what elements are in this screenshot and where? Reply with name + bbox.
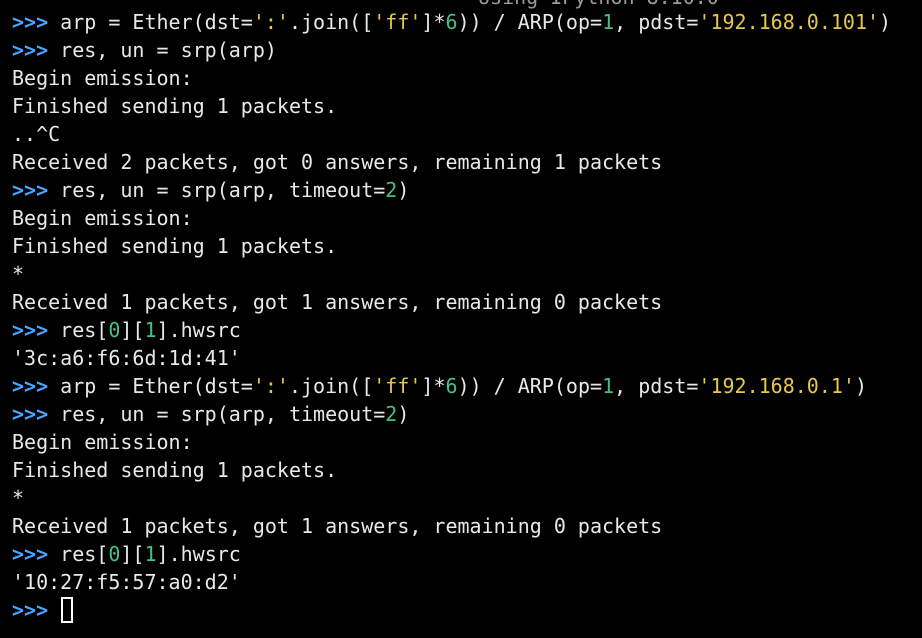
prompt-marker: >>> <box>12 374 61 398</box>
prompt-marker: >>> <box>12 402 61 426</box>
string-literal: 'ff' <box>373 374 422 398</box>
prompt-marker: >>> <box>12 38 61 62</box>
string-literal: ':' <box>252 374 289 398</box>
prompt-marker: >>> <box>12 598 61 622</box>
prompt-marker: >>> <box>12 10 61 34</box>
number-literal: 1 <box>144 318 157 342</box>
command-line: >>> res[0][1].hwsrc <box>12 540 922 568</box>
code-text: ) <box>879 10 892 34</box>
number-literal: 1 <box>602 374 615 398</box>
output-line: '3c:a6:f6:6d:1d:41' <box>12 344 922 372</box>
code-text: res, un = srp(arp, timeout= <box>60 178 386 202</box>
terminal-window[interactable]: Using IPython 8.10.0 >>> arp = Ether(dst… <box>0 0 922 638</box>
command-line: >>> arp = Ether(dst=':'.join(['ff']*6)) … <box>12 372 922 400</box>
code-text: , pdst= <box>614 10 699 34</box>
output-line: Received 2 packets, got 0 answers, remai… <box>12 148 922 176</box>
code-text: ) <box>397 402 410 426</box>
command-line: >>> res, un = srp(arp, timeout=2) <box>12 176 922 204</box>
code-text: ) <box>397 178 410 202</box>
number-literal: 0 <box>108 318 121 342</box>
output-line: * <box>12 484 922 512</box>
terminal-output: >>> arp = Ether(dst=':'.join(['ff']*6)) … <box>12 8 922 624</box>
number-literal: 6 <box>445 374 458 398</box>
output-text: Received 1 packets, got 1 answers, remai… <box>12 514 663 538</box>
code-text: arp = Ether(dst= <box>60 374 253 398</box>
command-line: >>> res, un = srp(arp, timeout=2) <box>12 400 922 428</box>
output-text: Begin emission: <box>12 206 193 230</box>
output-text: Finished sending 1 packets. <box>12 94 338 118</box>
string-literal: 'ff' <box>373 10 422 34</box>
code-text: ][ <box>120 542 145 566</box>
code-text: .join([ <box>288 10 374 34</box>
output-text: '10:27:f5:57:a0:d2' <box>12 570 241 594</box>
prompt-marker: >>> <box>12 178 61 202</box>
output-text: Begin emission: <box>12 430 193 454</box>
command-line: >>> res, un = srp(arp) <box>12 36 922 64</box>
code-text: arp = Ether(dst= <box>60 10 253 34</box>
output-line: Finished sending 1 packets. <box>12 456 922 484</box>
code-text: ].hwsrc <box>156 542 241 566</box>
number-literal: 2 <box>385 178 398 202</box>
number-literal: 2 <box>385 402 398 426</box>
code-text: res, un = srp(arp, timeout= <box>60 402 386 426</box>
output-text: Begin emission: <box>12 66 193 90</box>
output-text: Finished sending 1 packets. <box>12 234 338 258</box>
output-line: Begin emission: <box>12 204 922 232</box>
number-literal: 6 <box>445 10 458 34</box>
prompt-marker: >>> <box>12 542 61 566</box>
output-text: * <box>12 486 25 510</box>
string-literal: '192.168.0.101' <box>698 10 880 34</box>
output-text: ..^C <box>12 122 61 146</box>
command-line: >>> arp = Ether(dst=':'.join(['ff']*6)) … <box>12 8 922 36</box>
string-literal: '192.168.0.1' <box>698 374 855 398</box>
output-line: Finished sending 1 packets. <box>12 232 922 260</box>
output-line: Received 1 packets, got 1 answers, remai… <box>12 512 922 540</box>
output-text: Received 2 packets, got 0 answers, remai… <box>12 150 663 174</box>
active-prompt-line[interactable]: >>> <box>12 596 922 624</box>
code-text: res[ <box>60 318 109 342</box>
code-text: res[ <box>60 542 109 566</box>
output-line: ..^C <box>12 120 922 148</box>
output-line: Begin emission: <box>12 64 922 92</box>
output-text: Received 1 packets, got 1 answers, remai… <box>12 290 663 314</box>
code-text: res, un = srp(arp) <box>60 38 277 62</box>
string-literal: ':' <box>252 10 289 34</box>
code-text: ][ <box>120 318 145 342</box>
code-text: ].hwsrc <box>156 318 241 342</box>
command-line: >>> res[0][1].hwsrc <box>12 316 922 344</box>
code-text: ) <box>854 374 867 398</box>
prompt-marker: >>> <box>12 318 61 342</box>
output-line: Begin emission: <box>12 428 922 456</box>
output-line: Finished sending 1 packets. <box>12 92 922 120</box>
output-line: * <box>12 260 922 288</box>
text-cursor[interactable] <box>61 597 74 623</box>
code-text: )) / ARP(op= <box>457 10 603 34</box>
output-text: * <box>12 262 25 286</box>
output-text: '3c:a6:f6:6d:1d:41' <box>12 346 241 370</box>
code-text: ]* <box>421 374 446 398</box>
output-line: '10:27:f5:57:a0:d2' <box>12 568 922 596</box>
code-text: )) / ARP(op= <box>457 374 603 398</box>
number-literal: 1 <box>602 10 615 34</box>
code-text: , pdst= <box>614 374 699 398</box>
code-text: ]* <box>421 10 446 34</box>
number-literal: 1 <box>144 542 157 566</box>
code-text: .join([ <box>288 374 374 398</box>
output-line: Received 1 packets, got 1 answers, remai… <box>12 288 922 316</box>
number-literal: 0 <box>108 542 121 566</box>
output-text: Finished sending 1 packets. <box>12 458 338 482</box>
